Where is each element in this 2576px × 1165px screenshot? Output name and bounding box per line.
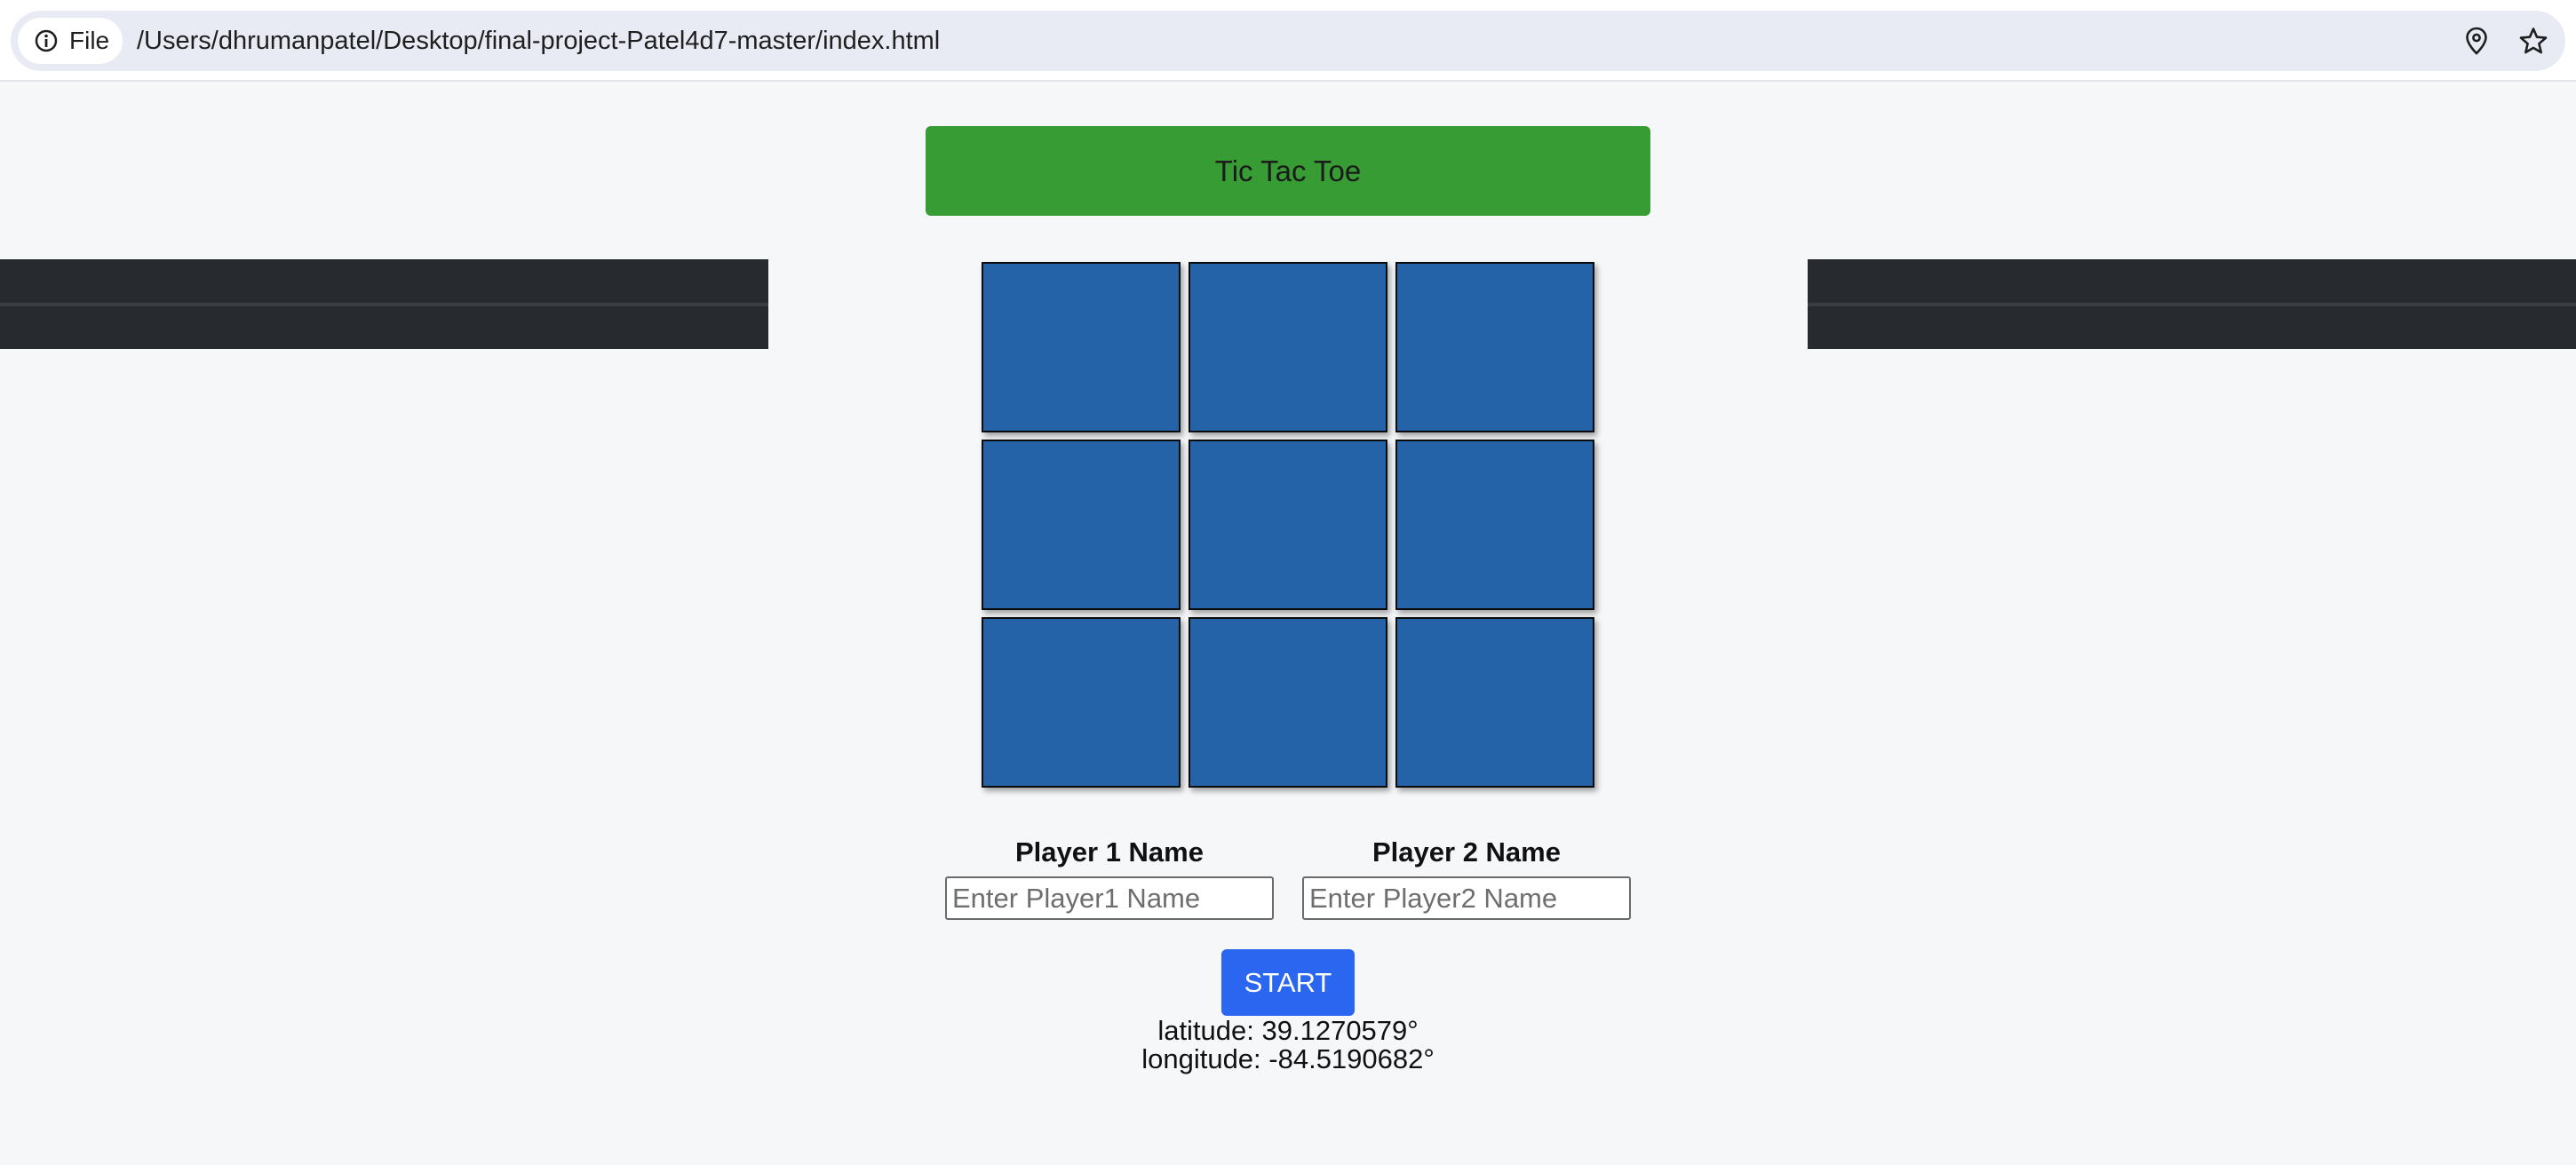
- board-cell[interactable]: [982, 440, 1181, 610]
- decorative-band-right: [1808, 259, 2576, 349]
- longitude-readout: longitude: -84.5190682°: [1141, 1043, 1435, 1074]
- address-bar[interactable]: File /Users/dhrumanpatel/Desktop/final-p…: [11, 11, 2565, 71]
- player1-name-input[interactable]: [945, 876, 1274, 920]
- url-text[interactable]: /Users/dhrumanpatel/Desktop/final-projec…: [137, 11, 940, 71]
- star-icon[interactable]: [2517, 25, 2549, 57]
- board-cell[interactable]: [1395, 262, 1594, 432]
- latitude-readout: latitude: 39.1270579°: [1157, 1015, 1419, 1046]
- site-info-chip[interactable]: File: [18, 18, 123, 64]
- browser-toolbar: File /Users/dhrumanpatel/Desktop/final-p…: [0, 0, 2576, 82]
- site-chip-label: File: [69, 27, 110, 54]
- board-cell[interactable]: [1189, 262, 1387, 432]
- board-cell[interactable]: [1189, 617, 1387, 788]
- player2-label: Player 2 Name: [1372, 836, 1561, 868]
- game-board: [982, 262, 1594, 789]
- board-cell[interactable]: [1395, 440, 1594, 610]
- board-cell[interactable]: [1189, 440, 1387, 610]
- board-cell[interactable]: [982, 262, 1181, 432]
- player1-label: Player 1 Name: [1015, 836, 1204, 868]
- location-icon[interactable]: [2461, 25, 2493, 57]
- start-button[interactable]: START: [1221, 949, 1355, 1016]
- info-icon: [35, 29, 58, 52]
- game-title: Tic Tac Toe: [926, 126, 1650, 216]
- player2-name-input[interactable]: [1302, 876, 1631, 920]
- decorative-band-left: [0, 259, 768, 349]
- board-cell[interactable]: [982, 617, 1181, 788]
- board-cell[interactable]: [1395, 617, 1594, 788]
